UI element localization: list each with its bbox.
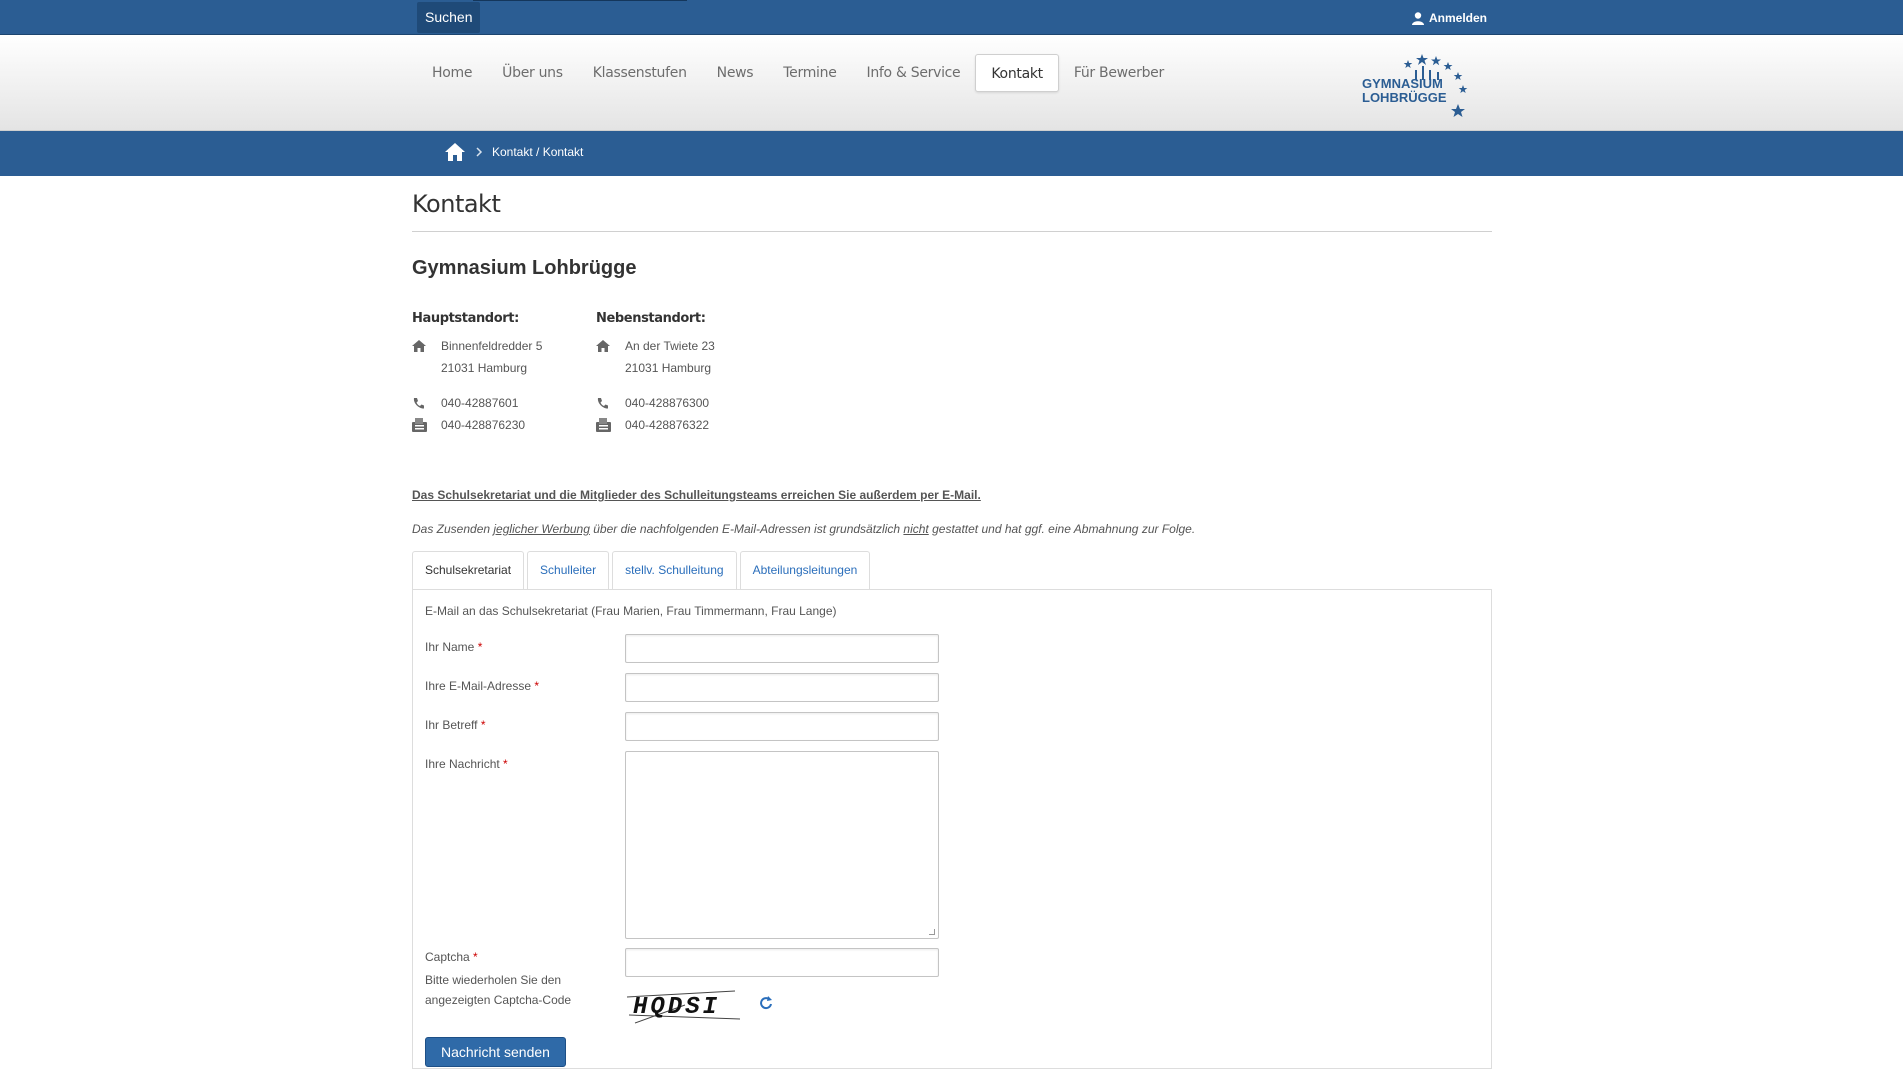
house-icon	[412, 340, 426, 352]
tab-abteilungsleitungen[interactable]: Abteilungsleitungen	[739, 551, 871, 589]
search-button[interactable]: Suchen	[417, 2, 481, 33]
logo-line-1: GYMNASIUM	[1362, 76, 1443, 91]
warning-text: Das Zusenden	[412, 522, 494, 536]
resize-handle[interactable]	[929, 929, 935, 935]
address-city: 21031 Hamburg	[625, 361, 712, 375]
breadcrumb: Kontakt / Kontakt	[444, 141, 583, 163]
tab-stellv-schulleitung[interactable]: stellv. Schulleitung	[612, 551, 737, 589]
locations: Hauptstandort: Binnenfeldredder 5 21031 …	[412, 311, 1492, 436]
email-label: Ihre E-Mail-Adresse *	[425, 679, 540, 693]
page-title: Kontakt	[412, 176, 1492, 232]
email-notice: Das Schulsekretariat und die Mitglieder …	[412, 488, 981, 502]
nav-item-klassenstufen[interactable]: Klassenstufen	[578, 54, 702, 92]
captcha-label: Captcha *	[425, 950, 478, 964]
breadcrumb-bar: Kontakt / Kontakt	[0, 131, 1903, 176]
location-heading: Nebenstandort:	[596, 311, 706, 326]
breadcrumb-current: Kontakt / Kontakt	[492, 145, 584, 159]
house-icon	[596, 340, 610, 352]
name-label: Ihr Name *	[425, 640, 483, 654]
contact-form-panel: E-Mail an das Schulsekretariat (Frau Mar…	[412, 589, 1492, 1069]
warning-emphasis: jeglicher Werbung	[493, 522, 590, 536]
phone-number: 040-42887601	[441, 396, 519, 410]
chevron-right-icon	[476, 147, 483, 157]
location-main: Hauptstandort: Binnenfeldredder 5 21031 …	[412, 311, 596, 436]
subject-input[interactable]	[625, 712, 939, 741]
fax-icon	[596, 418, 611, 432]
address-street: Binnenfeldredder 5	[441, 339, 543, 353]
phone-icon	[413, 397, 424, 409]
main-nav: Home Über uns Klassenstufen News Termine…	[417, 54, 1179, 92]
nav-item-fuer-bewerber[interactable]: Für Bewerber	[1059, 54, 1179, 92]
contact-tabs: Schulsekretariat Schulleiter stellv. Sch…	[412, 551, 1492, 589]
warning-text: gestattet und hat ggf. eine Abmahnung zu…	[928, 522, 1196, 536]
warning-emphasis: nicht	[903, 522, 929, 536]
message-label: Ihre Nachricht *	[425, 757, 508, 771]
logo-line-2: LOHBRÜGGE	[1362, 90, 1447, 105]
main-navbar: Home Über uns Klassenstufen News Termine…	[0, 35, 1903, 131]
email-input[interactable]	[625, 673, 939, 702]
name-input[interactable]	[625, 634, 939, 663]
home-icon[interactable]	[444, 141, 466, 163]
login-link[interactable]: Anmelden	[1411, 11, 1487, 25]
refresh-icon[interactable]	[759, 995, 773, 1011]
phone-icon	[597, 397, 608, 409]
form-intro: E-Mail an das Schulsekretariat (Frau Mar…	[425, 604, 837, 618]
subject-label: Ihr Betreff *	[425, 718, 486, 732]
location-heading: Hauptstandort:	[412, 311, 519, 326]
search-field[interactable]	[473, 0, 687, 1]
address-city: 21031 Hamburg	[441, 361, 528, 375]
fax-number: 040-428876230	[441, 418, 526, 432]
nav-item-home[interactable]: Home	[417, 54, 487, 92]
advertising-warning: Das Zusenden jeglicher Werbung über die …	[412, 522, 1492, 536]
top-bar: Suchen Anmelden	[0, 0, 1903, 35]
send-message-button[interactable]: Nachricht senden	[425, 1037, 566, 1067]
tab-schulsekretariat[interactable]: Schulsekretariat	[412, 551, 525, 589]
nav-item-ueber-uns[interactable]: Über uns	[487, 54, 578, 92]
nav-item-news[interactable]: News	[702, 54, 769, 92]
main-content: Kontakt Gymnasium Lohbrügge Hauptstandor…	[412, 176, 1492, 1069]
captcha-input[interactable]	[625, 948, 939, 977]
nav-item-termine[interactable]: Termine	[768, 54, 851, 92]
user-icon	[1411, 12, 1424, 25]
captcha-image: HQDSI	[625, 985, 743, 1025]
address-street: An der Twiete 23	[625, 339, 715, 353]
fax-icon	[412, 418, 427, 432]
captcha-help: Bitte wiederholen Sie den angezeigten Ca…	[425, 973, 572, 1007]
nav-item-kontakt[interactable]: Kontakt	[975, 54, 1059, 92]
warning-text: über die nachfolgenden E-Mail-Adressen i…	[589, 522, 904, 536]
location-secondary: Nebenstandort: An der Twiete 23 21031 Ha…	[596, 311, 780, 436]
nav-item-info-service[interactable]: Info & Service	[852, 54, 976, 92]
fax-number: 040-428876322	[625, 418, 710, 432]
login-label: Anmelden	[1428, 11, 1487, 25]
org-name: Gymnasium Lohbrügge	[412, 257, 637, 279]
captcha-code: HQDSI	[633, 994, 720, 1021]
message-textarea[interactable]	[625, 751, 939, 939]
tab-schulleiter[interactable]: Schulleiter	[527, 551, 610, 589]
phone-number: 040-428876300	[625, 396, 710, 410]
school-logo[interactable]: GYMNASIUM LOHBRÜGGE	[1360, 52, 1486, 122]
